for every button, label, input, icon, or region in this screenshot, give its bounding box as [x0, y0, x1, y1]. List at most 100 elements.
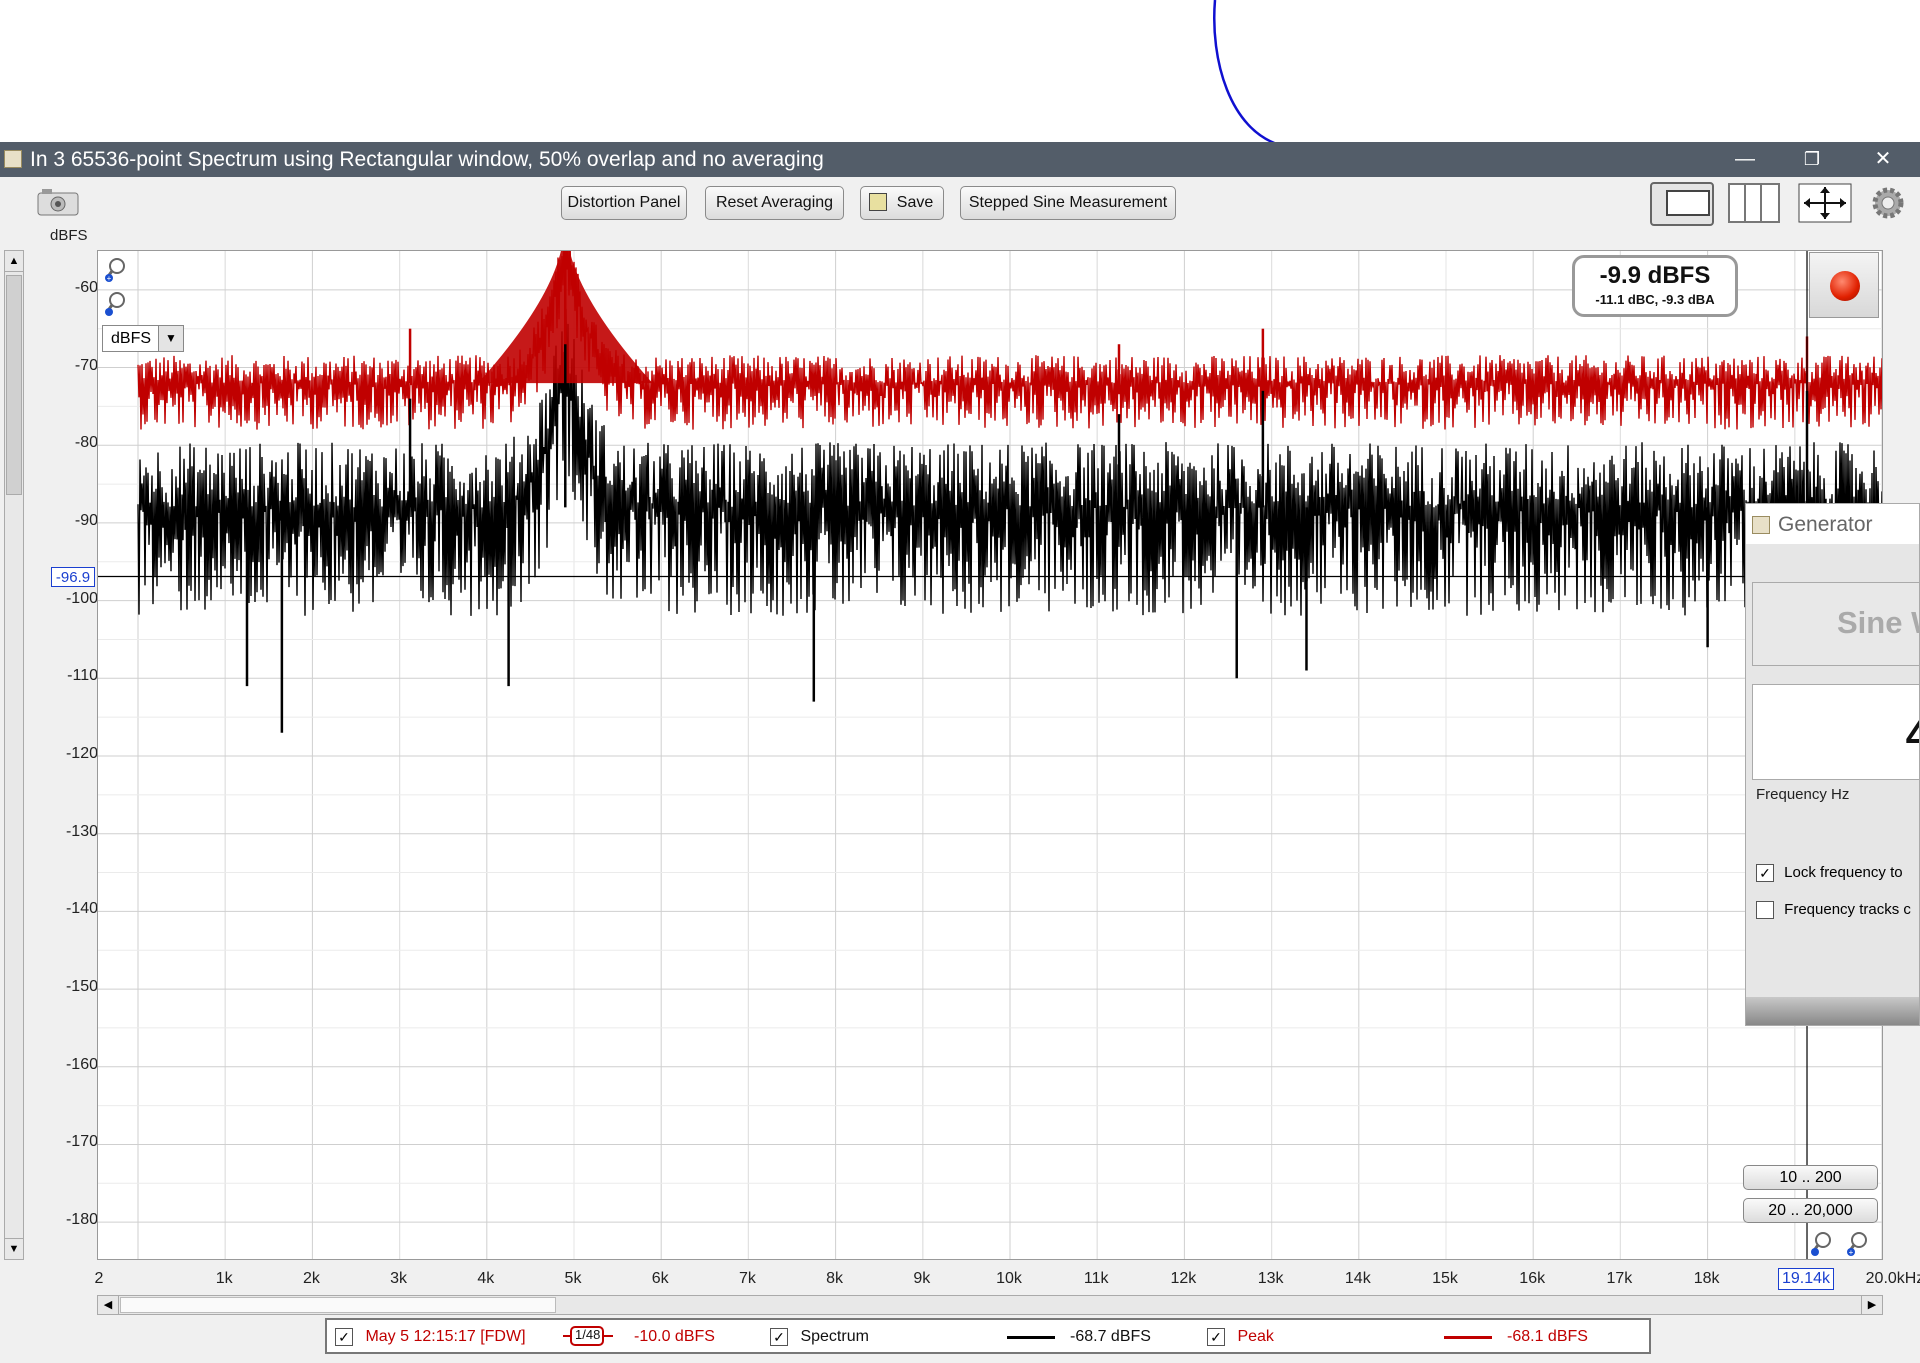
- x-cursor-label: 19.14k: [1778, 1268, 1834, 1290]
- unit-selector-value: dBFS: [111, 330, 152, 347]
- spectrum-plot[interactable]: [97, 250, 1883, 1260]
- scroll-thumb[interactable]: [6, 275, 22, 495]
- x-tick-label: 15k: [1432, 1270, 1458, 1287]
- legend-measurement-item[interactable]: ✓ May 5 12:15:17 [FDW]: [335, 1328, 526, 1346]
- checkbox-unchecked-icon: [1756, 901, 1774, 920]
- x-tick-label: 1k: [215, 1270, 233, 1287]
- zoom-in-icon[interactable]: +: [104, 256, 128, 283]
- x-tick-label: 16k: [1519, 1270, 1546, 1287]
- legend-peak-label: Peak: [1237, 1328, 1274, 1346]
- smoothing-indicator[interactable]: 1/48: [563, 1325, 613, 1347]
- x-tick-label: 4k: [477, 1270, 495, 1287]
- lock-frequency-label: Lock frequency to: [1784, 864, 1903, 881]
- minimize-button[interactable]: —: [1710, 142, 1780, 177]
- save-button[interactable]: Save: [860, 186, 944, 220]
- y-tick-label: -80: [74, 434, 98, 452]
- save-icon: [869, 193, 887, 211]
- lock-frequency-checkbox[interactable]: ✓ Lock frequency to: [1756, 864, 1903, 883]
- scroll-thumb[interactable]: [120, 1297, 556, 1313]
- window-titlebar[interactable]: In 3 65536-point Spectrum using Rectangu…: [0, 142, 1920, 177]
- x-tick-label: 3k: [390, 1270, 408, 1287]
- level-weighted: -11.1 dBC, -9.3 dBA: [1595, 292, 1715, 307]
- x-tick-label: 11k: [1083, 1270, 1109, 1287]
- x-tick-label: 6k: [651, 1270, 669, 1287]
- restore-button[interactable]: ❐: [1777, 142, 1847, 177]
- record-indicator-icon[interactable]: [1809, 252, 1879, 318]
- svg-text:+: +: [107, 274, 112, 282]
- window-title: In 3 65536-point Spectrum using Rectangu…: [30, 148, 824, 171]
- generator-window[interactable]: Generator Sine W 4 Frequency Hz ✓ Lock f…: [1745, 503, 1920, 1026]
- frequency-field[interactable]: 4: [1752, 684, 1919, 780]
- zoom-out-x-icon[interactable]: [1810, 1230, 1834, 1256]
- scroll-down-arrow[interactable]: ▼: [5, 1238, 23, 1259]
- y-tick-label: -170: [65, 1133, 98, 1151]
- legend-spectrum-label: Spectrum: [800, 1328, 869, 1346]
- spectrum-graph: [98, 251, 1882, 1259]
- horizontal-scrollbar[interactable]: ◀ ▶: [97, 1295, 1883, 1315]
- frequency-value: 4: [1905, 699, 1919, 766]
- y-tick-label: -100: [65, 589, 98, 607]
- spectrum-line-swatch: [1007, 1336, 1055, 1339]
- legend-bar: ✓ May 5 12:15:17 [FDW] 1/48 -10.0 dBFS ✓…: [325, 1318, 1651, 1354]
- x-tick-label: 17k: [1606, 1270, 1633, 1287]
- signal-type-button[interactable]: Sine W: [1752, 582, 1919, 666]
- legend-measurement-level: -10.0 dBFS: [634, 1328, 715, 1345]
- checkbox-checked-icon[interactable]: ✓: [770, 1328, 788, 1346]
- zoom-in-x-icon[interactable]: +: [1846, 1230, 1870, 1257]
- smoothing-label: 1/48: [575, 1327, 601, 1342]
- settings-gear-icon[interactable]: [1870, 185, 1906, 221]
- scroll-right-arrow[interactable]: ▶: [1861, 1296, 1882, 1314]
- y-tick-label: -70: [74, 356, 98, 374]
- level-value: -9.9 dBFS: [1599, 262, 1711, 289]
- y-tick-label: -180: [65, 1211, 98, 1229]
- generator-title: Generator: [1778, 513, 1873, 536]
- x-tick-label: 13k: [1257, 1270, 1284, 1287]
- legend-spectrum-item[interactable]: ✓ Spectrum: [770, 1328, 869, 1346]
- columns-icon[interactable]: [1728, 183, 1780, 223]
- y-tick-label: -150: [65, 978, 98, 996]
- x-tick-label: 12k: [1170, 1270, 1197, 1287]
- y-tick-label: -60: [74, 278, 98, 296]
- scroll-left-arrow[interactable]: ◀: [98, 1296, 119, 1314]
- zoom-out-icon[interactable]: [104, 290, 128, 316]
- x-tick-label: 14k: [1344, 1270, 1371, 1287]
- x-tick-label: 2k: [302, 1270, 320, 1287]
- graph-layout-icon[interactable]: [1650, 182, 1714, 226]
- level-meter: -9.9 dBFS -11.1 dBC, -9.3 dBA: [1572, 255, 1738, 317]
- range-20-20000-button[interactable]: 20 .. 20,000: [1743, 1198, 1878, 1223]
- range-10-200-button[interactable]: 10 .. 200: [1743, 1165, 1878, 1190]
- y-tick-label: -120: [65, 745, 98, 762]
- save-label: Save: [896, 194, 934, 211]
- unit-selector[interactable]: dBFS ▼: [102, 325, 184, 352]
- y-axis-unit: dBFS: [50, 227, 88, 244]
- legend-spectrum-level: -68.7 dBFS: [1070, 1328, 1151, 1345]
- generator-titlebar[interactable]: Generator: [1746, 504, 1919, 544]
- chevron-down-icon[interactable]: ▼: [158, 326, 183, 351]
- x-tick-label: 7k: [738, 1270, 756, 1287]
- frequency-label: Frequency Hz: [1756, 786, 1850, 803]
- stepped-sine-button[interactable]: Stepped Sine Measurement: [960, 186, 1176, 220]
- y-cursor-label: -96.9: [51, 567, 95, 587]
- x-tick-label: 5k: [564, 1270, 582, 1287]
- x-tick-label: 2: [94, 1270, 104, 1287]
- reset-averaging-button[interactable]: Reset Averaging: [705, 186, 844, 220]
- checkbox-checked-icon[interactable]: ✓: [1207, 1328, 1225, 1346]
- checkbox-checked-icon[interactable]: ✓: [335, 1328, 353, 1346]
- x-tick-label: 18k: [1693, 1270, 1720, 1287]
- axis-arrows-icon[interactable]: [1798, 183, 1852, 223]
- frequency-tracks-checkbox[interactable]: Frequency tracks c: [1756, 901, 1911, 920]
- distortion-panel-button[interactable]: Distortion Panel: [561, 186, 687, 220]
- frequency-tracks-label: Frequency tracks c: [1784, 901, 1911, 918]
- vertical-scrollbar[interactable]: ▲ ▼: [4, 250, 24, 1260]
- camera-icon[interactable]: [36, 187, 80, 217]
- x-tick-label: 8k: [826, 1270, 844, 1287]
- legend-measurement-name: May 5 12:15:17 [FDW]: [365, 1328, 526, 1346]
- x-tick-label: 9k: [913, 1270, 931, 1287]
- x-tick-label: 20.0kHz: [1865, 1270, 1920, 1287]
- scroll-up-arrow[interactable]: ▲: [5, 251, 23, 272]
- legend-peak-item[interactable]: ✓ Peak: [1207, 1328, 1274, 1346]
- java-app-icon: [1752, 516, 1770, 534]
- java-app-icon: [4, 150, 22, 168]
- close-button[interactable]: ✕: [1848, 142, 1918, 177]
- y-tick-label: -130: [65, 822, 98, 840]
